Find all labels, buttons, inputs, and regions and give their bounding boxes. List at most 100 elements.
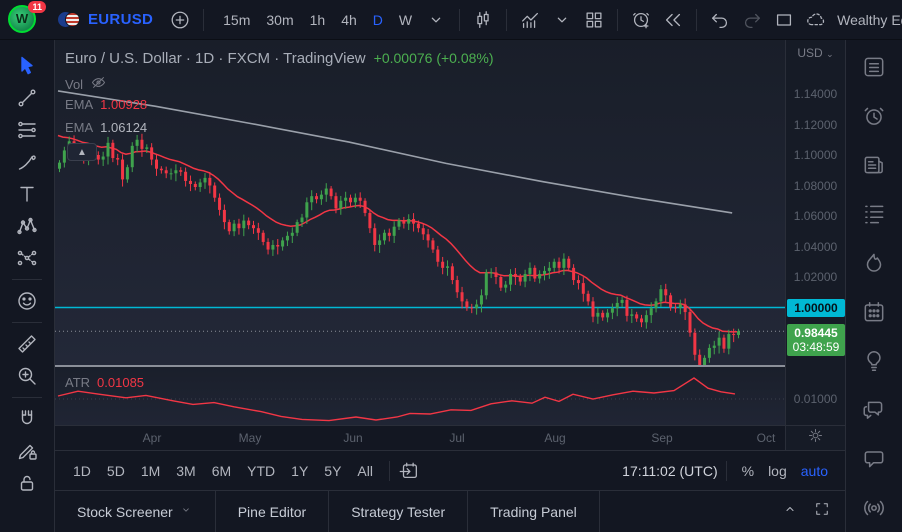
range-1D[interactable]: 1D — [65, 459, 99, 483]
indicators-chevron-icon[interactable] — [547, 5, 577, 35]
volume-legend[interactable]: Vol — [65, 74, 107, 94]
undo-icon[interactable] — [705, 5, 735, 35]
ema-slow-value: 1.06124 — [100, 120, 147, 135]
interval-switcher: 15m30m1h4hDW — [216, 8, 419, 32]
chart-style-candles-icon[interactable] — [468, 5, 498, 35]
tradingview-app: W 11 EURUSD 15m30m1h4hDW Wealthy Educ... — [0, 0, 902, 532]
data-window-icon[interactable] — [857, 199, 891, 229]
time-tick-Sep: Sep — [651, 431, 672, 445]
axis-settings[interactable] — [786, 425, 845, 450]
range-All[interactable]: All — [349, 459, 381, 483]
price-axis[interactable]: USD ⌄ 1.140001.120001.100001.080001.0600… — [785, 40, 845, 450]
add-symbol-icon[interactable] — [165, 5, 195, 35]
range-5Y[interactable]: 5Y — [316, 459, 349, 483]
toolbar-separator — [12, 397, 42, 398]
percent-scale-button[interactable]: % — [735, 459, 761, 483]
brush-icon[interactable] — [8, 146, 46, 178]
eye-hidden-icon[interactable] — [90, 74, 107, 94]
axis-currency[interactable]: USD ⌄ — [786, 46, 845, 60]
hline-price-label: 1.00000 — [787, 299, 845, 317]
atr-chart — [55, 367, 785, 425]
ema-fast-legend[interactable]: EMA 1.00928 — [65, 97, 147, 112]
drawing-mode-lock-icon[interactable] — [8, 435, 46, 467]
main-chart-pane[interactable]: Euro / U.S. Dollar · 1D · FXCM · Trading… — [55, 40, 785, 365]
range-YTD[interactable]: YTD — [239, 459, 283, 483]
gear-icon — [807, 427, 824, 449]
range-6M[interactable]: 6M — [204, 459, 239, 483]
price-tick: 1.02000 — [786, 270, 845, 284]
streams-icon[interactable] — [857, 493, 891, 523]
chart-legend-title[interactable]: Euro / U.S. Dollar · 1D · FXCM · Trading… — [65, 50, 494, 67]
layout-grid-icon[interactable] — [579, 5, 609, 35]
news-icon[interactable] — [857, 150, 891, 180]
auto-scale-button[interactable]: auto — [794, 459, 835, 483]
time-tick-Jul: Jul — [449, 431, 464, 445]
tab-trading-panel[interactable]: Trading Panel — [468, 491, 600, 532]
price-tick: 1.06000 — [786, 209, 845, 223]
redo-icon[interactable] — [737, 5, 767, 35]
replay-icon[interactable] — [658, 5, 688, 35]
chevron-down-icon — [179, 503, 193, 520]
cloud-save-icon — [801, 5, 831, 35]
hotlists-icon[interactable] — [857, 248, 891, 278]
atr-pane[interactable]: ATR 0.01085 — [55, 367, 785, 425]
private-chat-icon[interactable] — [857, 444, 891, 474]
emoji-icon[interactable] — [8, 285, 46, 317]
interval-4h[interactable]: 4h — [334, 8, 364, 32]
ruler-icon[interactable] — [8, 328, 46, 360]
range-5D[interactable]: 5D — [99, 459, 133, 483]
server-clock[interactable]: 17:11:02 (UTC) — [622, 463, 717, 479]
alerts-icon[interactable] — [857, 101, 891, 131]
candlestick-chart — [55, 40, 785, 365]
alert-plus-icon[interactable] — [626, 5, 656, 35]
lock-all-icon[interactable] — [8, 467, 46, 499]
log-scale-button[interactable]: log — [761, 459, 794, 483]
price-tick: 1.14000 — [786, 87, 845, 101]
trend-line-icon[interactable] — [8, 82, 46, 114]
top-toolbar: W 11 EURUSD 15m30m1h4hDW Wealthy Educ... — [0, 0, 902, 40]
rectangle-tool-icon[interactable] — [769, 5, 799, 35]
panel-expand-icon[interactable] — [781, 500, 799, 523]
range-3M[interactable]: 3M — [168, 459, 203, 483]
public-chats-icon[interactable] — [857, 395, 891, 425]
tab-strategy-tester[interactable]: Strategy Tester — [329, 491, 468, 532]
symbol-flags-icon — [58, 11, 80, 29]
time-tick-Oct: Oct — [757, 431, 776, 445]
watchlist-icon[interactable] — [857, 52, 891, 82]
bar-countdown: 03:48:59 — [787, 340, 845, 354]
interval-D[interactable]: D — [366, 8, 390, 32]
xabcd-pattern-icon[interactable] — [8, 210, 46, 242]
account-name[interactable]: Wealthy Educ... — [837, 12, 902, 28]
calendar-icon[interactable] — [857, 297, 891, 327]
forecast-icon[interactable] — [8, 242, 46, 274]
range-1M[interactable]: 1M — [133, 459, 168, 483]
ideas-icon[interactable] — [857, 346, 891, 376]
go-to-date-icon[interactable] — [398, 460, 420, 482]
interval-30m[interactable]: 30m — [259, 8, 300, 32]
legend-collapse-button[interactable]: ▲ — [67, 143, 97, 161]
text-tool-icon[interactable] — [8, 178, 46, 210]
fullscreen-icon[interactable] — [813, 500, 831, 523]
right-sidebar — [845, 40, 902, 532]
time-tick-May: May — [239, 431, 262, 445]
interval-1h[interactable]: 1h — [303, 8, 333, 32]
bottom-tabs: Stock ScreenerPine EditorStrategy Tester… — [55, 490, 845, 532]
atr-legend[interactable]: ATR 0.01085 — [65, 375, 144, 390]
tab-stock-screener[interactable]: Stock Screener — [55, 491, 216, 532]
ema-slow-legend[interactable]: EMA 1.06124 — [65, 120, 147, 135]
price-tick: 1.10000 — [786, 148, 845, 162]
zoom-in-icon[interactable] — [8, 360, 46, 392]
magnet-icon[interactable] — [8, 403, 46, 435]
indicators-icon[interactable] — [515, 5, 545, 35]
cursor-icon[interactable] — [8, 50, 46, 82]
tab-pine-editor[interactable]: Pine Editor — [216, 491, 329, 532]
interval-chevron-icon[interactable] — [421, 5, 451, 35]
toolbar-separator — [12, 279, 42, 280]
symbol-search-button[interactable]: EURUSD — [88, 11, 153, 28]
range-1Y[interactable]: 1Y — [283, 459, 316, 483]
time-axis[interactable]: AprMayJunJulAugSepOct — [55, 425, 785, 450]
fib-retracement-icon[interactable] — [8, 114, 46, 146]
interval-W[interactable]: W — [392, 8, 419, 32]
interval-15m[interactable]: 15m — [216, 8, 257, 32]
account-logo[interactable]: W 11 — [8, 5, 42, 35]
